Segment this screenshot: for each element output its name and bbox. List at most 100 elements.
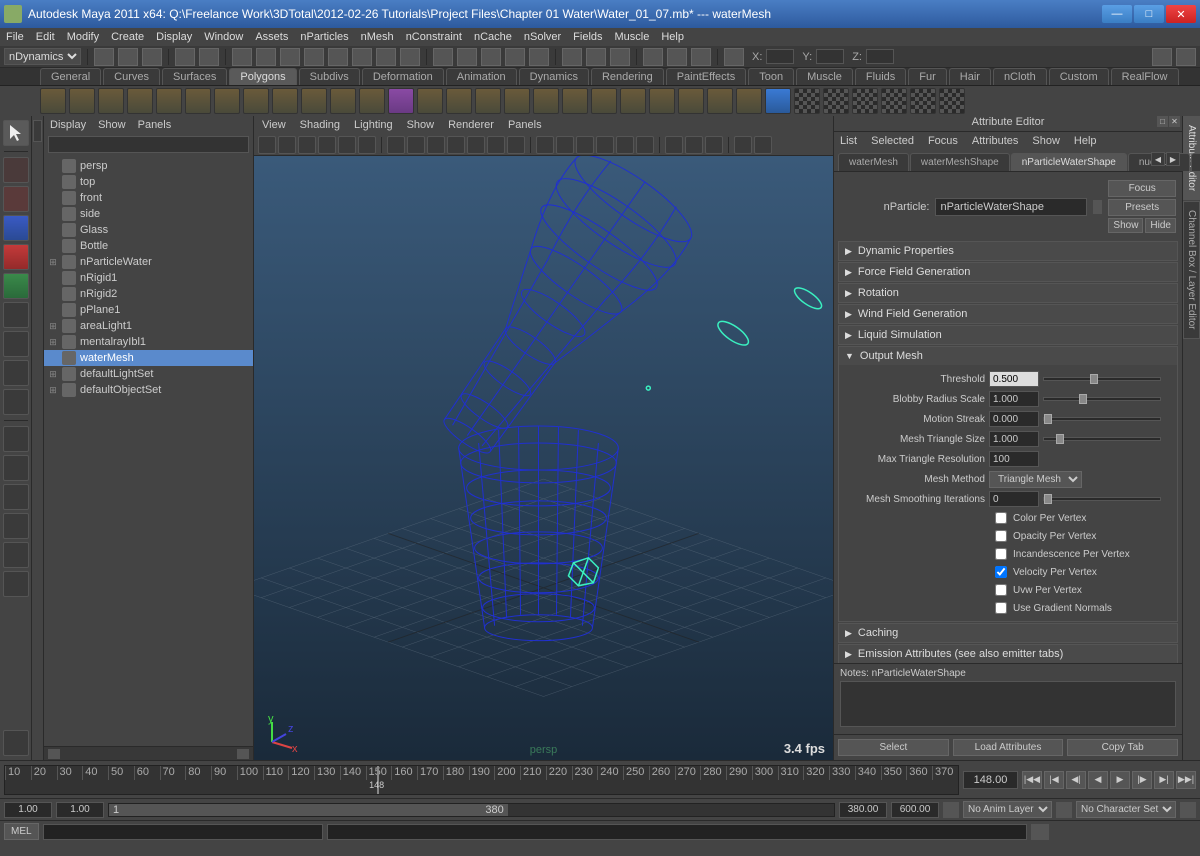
section-liquid-sim[interactable]: ▶Liquid Simulation: [838, 325, 1178, 345]
mesh-method-select[interactable]: Triangle Mesh: [989, 471, 1082, 488]
poly-helix-icon[interactable]: [301, 88, 327, 114]
fill-hole-icon[interactable]: [707, 88, 733, 114]
snap-live-icon[interactable]: [529, 48, 549, 66]
notes-textarea[interactable]: [840, 681, 1176, 727]
vp-select-cam-icon[interactable]: [258, 136, 276, 154]
shelf-tab-rendering[interactable]: Rendering: [591, 68, 664, 85]
history3-icon[interactable]: [610, 48, 630, 66]
section-emission[interactable]: ▶Emission Attributes (see also emitter t…: [838, 644, 1178, 663]
motion-streak-input[interactable]: [989, 411, 1039, 427]
poly-plane-icon[interactable]: [156, 88, 182, 114]
graph-pane-icon[interactable]: [3, 542, 29, 568]
separate-icon[interactable]: [446, 88, 472, 114]
vp-safe-action-icon[interactable]: [487, 136, 505, 154]
last-tool-icon[interactable]: [3, 389, 29, 415]
tri-size-input[interactable]: [989, 431, 1039, 447]
ipr-icon[interactable]: [667, 48, 687, 66]
vp-smooth-icon[interactable]: [556, 136, 574, 154]
blobby-radius-input[interactable]: [989, 391, 1039, 407]
minimize-button[interactable]: —: [1102, 5, 1132, 23]
play-back-icon[interactable]: ◀: [1088, 771, 1108, 789]
shelf-tab-fur[interactable]: Fur: [908, 68, 947, 85]
uv-checker4-icon[interactable]: [881, 88, 907, 114]
vp-wireframe-icon[interactable]: [536, 136, 554, 154]
select-mask6-icon[interactable]: [400, 48, 420, 66]
play-forward-icon[interactable]: ▶: [1110, 771, 1130, 789]
vp-isolate-icon[interactable]: [665, 136, 683, 154]
menu-nsolver[interactable]: nSolver: [524, 31, 561, 43]
outliner-list[interactable]: persp top front side Glass Bottle ⊞nPart…: [44, 156, 253, 746]
section-dynamic-properties[interactable]: ▶Dynamic Properties: [838, 241, 1178, 261]
shelf-tab-painteffects[interactable]: PaintEffects: [666, 68, 747, 85]
tab-next-icon[interactable]: ▶: [1166, 152, 1180, 166]
shelf-tab-dynamics[interactable]: Dynamics: [519, 68, 589, 85]
vp-2d-pan-icon[interactable]: [338, 136, 356, 154]
section-rotation[interactable]: ▶Rotation: [838, 283, 1178, 303]
ae-tab-more[interactable]: nPa: [1191, 153, 1200, 171]
uv-checker5-icon[interactable]: [910, 88, 936, 114]
history2-icon[interactable]: [586, 48, 606, 66]
extrude-icon[interactable]: [591, 88, 617, 114]
incand-per-vertex-check[interactable]: [995, 548, 1007, 560]
uv-checker-icon[interactable]: [794, 88, 820, 114]
undo-icon[interactable]: [175, 48, 195, 66]
go-to-end-icon[interactable]: ▶▶|: [1176, 771, 1196, 789]
outliner-menu-display[interactable]: Display: [50, 119, 86, 131]
vp-shadows-icon[interactable]: [616, 136, 634, 154]
color-per-vertex-check[interactable]: [995, 512, 1007, 524]
collapse-icon[interactable]: [736, 88, 762, 114]
vp-xray-joints-icon[interactable]: [705, 136, 723, 154]
vp-expose-icon[interactable]: [734, 136, 752, 154]
uv-checker6-icon[interactable]: [939, 88, 965, 114]
dope-pane-icon[interactable]: [3, 571, 29, 597]
vp-menu-lighting[interactable]: Lighting: [354, 119, 393, 131]
step-back-icon[interactable]: ◀|: [1066, 771, 1086, 789]
anim-layer-select[interactable]: No Anim Layer: [963, 801, 1052, 818]
presets-button[interactable]: Presets: [1108, 199, 1176, 216]
redo-icon[interactable]: [199, 48, 219, 66]
snap-curve-icon[interactable]: [457, 48, 477, 66]
extract-icon[interactable]: [475, 88, 501, 114]
outliner-search-input[interactable]: [48, 136, 249, 153]
vp-safe-title-icon[interactable]: [507, 136, 525, 154]
node-name-input[interactable]: [935, 198, 1087, 216]
vp-image-plane-icon[interactable]: [318, 136, 336, 154]
ae-menu-attributes[interactable]: Attributes: [972, 135, 1018, 147]
menu-fields[interactable]: Fields: [573, 31, 602, 43]
vp-field-chart-icon[interactable]: [467, 136, 485, 154]
step-forward-key-icon[interactable]: ▶|: [1154, 771, 1174, 789]
ae-menu-focus[interactable]: Focus: [928, 135, 958, 147]
load-attributes-button[interactable]: Load Attributes: [953, 739, 1064, 756]
shelf-tab-surfaces[interactable]: Surfaces: [162, 68, 227, 85]
single-pane-icon[interactable]: [3, 426, 29, 452]
velocity-per-vertex-check[interactable]: [995, 566, 1007, 578]
poly-soccer-icon[interactable]: [330, 88, 356, 114]
soft-mod-icon[interactable]: [3, 331, 29, 357]
snap-plane-icon[interactable]: [505, 48, 525, 66]
combine-icon[interactable]: [417, 88, 443, 114]
vp-lock-cam-icon[interactable]: [278, 136, 296, 154]
range-start-input[interactable]: [4, 802, 52, 818]
snap-grid-icon[interactable]: [433, 48, 453, 66]
shelf-tab-toon[interactable]: Toon: [748, 68, 794, 85]
coord-x-input[interactable]: [766, 49, 794, 64]
layout-quick2-icon[interactable]: [1176, 48, 1196, 66]
poly-cone-icon[interactable]: [127, 88, 153, 114]
vp-grid-icon[interactable]: [387, 136, 405, 154]
paint-select-icon[interactable]: [3, 186, 29, 212]
autokey-icon[interactable]: [1180, 802, 1196, 818]
select-mask3-icon[interactable]: [328, 48, 348, 66]
node-input-icon[interactable]: [1093, 200, 1102, 214]
shelf-tab-realflow[interactable]: RealFlow: [1111, 68, 1179, 85]
play-end-input[interactable]: [839, 802, 887, 818]
scale-tool-icon[interactable]: [3, 273, 29, 299]
menu-edit[interactable]: Edit: [36, 31, 55, 43]
menu-window[interactable]: Window: [204, 31, 243, 43]
range-options-icon[interactable]: [943, 802, 959, 818]
show-button[interactable]: Show: [1108, 218, 1143, 233]
key-options-icon[interactable]: [1056, 802, 1072, 818]
range-bar[interactable]: 1 380: [109, 804, 508, 816]
vp-hq-icon[interactable]: [636, 136, 654, 154]
outliner-scroll[interactable]: [44, 746, 253, 760]
universal-tool-icon[interactable]: [3, 302, 29, 328]
